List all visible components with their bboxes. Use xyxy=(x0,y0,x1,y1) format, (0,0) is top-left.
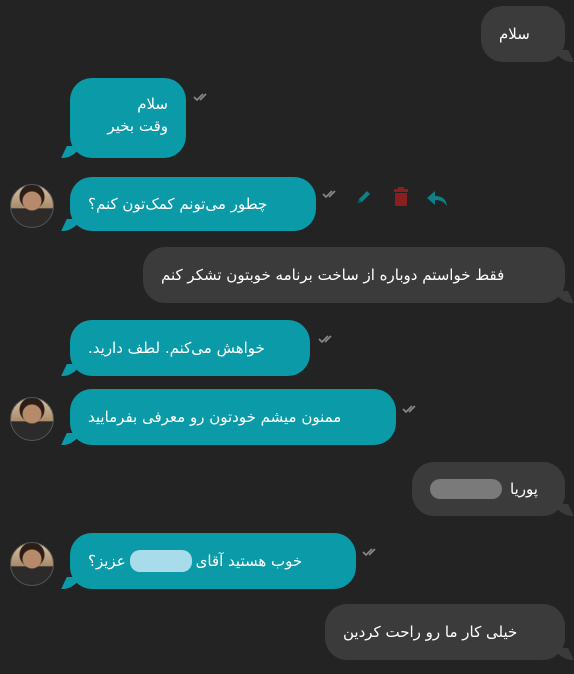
message-text: سلام xyxy=(499,25,530,43)
message-outgoing-6[interactable]: ممنون میشم خودتون رو معرفی بفرمایید xyxy=(70,389,396,445)
double-check-icon xyxy=(193,93,207,102)
message-text: خواهش می‌کنم. لطف دارید. xyxy=(88,339,265,357)
edit-icon[interactable] xyxy=(354,187,374,207)
message-text: فقط خواستم دوباره از ساخت برنامه خوبتون … xyxy=(161,266,505,284)
message-incoming-9[interactable]: خیلی کار ما رو راحت کردین xyxy=(325,604,565,660)
reply-icon[interactable] xyxy=(425,188,449,208)
message-incoming-7[interactable]: پوریا xyxy=(412,462,565,516)
message-text-line-2: وقت بخیر xyxy=(107,117,168,135)
double-check-icon xyxy=(362,548,376,557)
message-text: پوریا xyxy=(510,480,538,498)
message-text: ممنون میشم خودتون رو معرفی بفرمایید xyxy=(88,408,342,426)
message-outgoing-5[interactable]: خواهش می‌کنم. لطف دارید. xyxy=(70,320,310,376)
message-text: خیلی کار ما رو راحت کردین xyxy=(343,623,518,641)
message-incoming-1[interactable]: سلام xyxy=(481,6,565,62)
double-check-icon xyxy=(322,190,336,199)
message-outgoing-2[interactable]: سلام وقت بخیر xyxy=(70,78,186,158)
avatar[interactable] xyxy=(10,397,54,441)
redacted-name xyxy=(129,550,192,572)
redacted-name xyxy=(430,479,502,499)
message-outgoing-8[interactable]: خوب هستید آقای عزیز؟ xyxy=(70,533,356,589)
double-check-icon xyxy=(402,405,416,414)
avatar[interactable] xyxy=(10,542,54,586)
message-text-part-2: عزیز؟ xyxy=(88,552,126,570)
message-incoming-4[interactable]: فقط خواستم دوباره از ساخت برنامه خوبتون … xyxy=(143,247,565,303)
message-text: چطور می‌تونم کمک‌تون کنم؟ xyxy=(88,195,268,213)
delete-icon[interactable] xyxy=(391,186,411,208)
message-text-part-1: خوب هستید آقای xyxy=(195,552,303,570)
avatar[interactable] xyxy=(10,184,54,228)
message-text-line-1: سلام xyxy=(137,95,168,113)
message-outgoing-3[interactable]: چطور می‌تونم کمک‌تون کنم؟ xyxy=(70,177,316,231)
double-check-icon xyxy=(318,335,332,344)
